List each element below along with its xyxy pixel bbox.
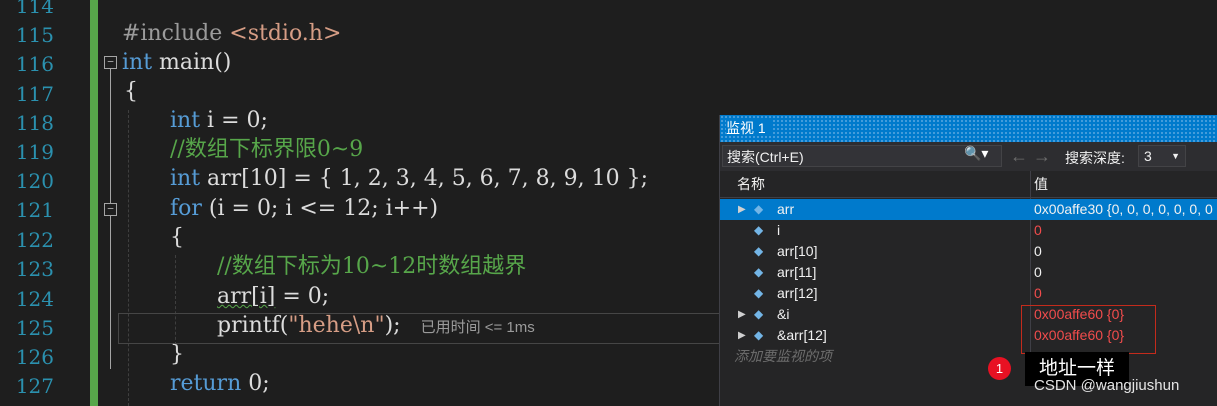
watch-row-name: &i [777,306,790,322]
line-number: 126 [15,345,54,369]
keyword: int [170,108,201,133]
nav-buttons: ← → [1010,146,1051,167]
expand-arrow-icon[interactable]: ▶ [738,199,748,220]
keyword: return [170,371,242,396]
watch-row[interactable]: ▶ ◆ arr 0x00affe30 {0, 0, 0, 0, 0, 0, 0 [720,199,1217,220]
line-number: 119 [15,140,54,164]
watch-row-name: arr[11] [777,264,817,280]
code-text: printf( [217,313,289,338]
code-text: = 0; [275,284,330,309]
code-line-127: return 0; [170,369,270,399]
line-number: 122 [15,228,54,252]
search-depth-select[interactable]: 3 ▼ [1138,145,1186,167]
code-text: ); [384,313,401,338]
watch-toolbar: 搜索(Ctrl+E) 🔍▾ ← → 搜索深度: 3 ▼ [720,142,1217,171]
watch-row-value: 0 [1034,285,1042,301]
annotation-highlight-box [1021,305,1156,354]
code-text: i = 0; [200,108,268,133]
variable-icon: ◆ [754,328,764,342]
code-line-118: int i = 0; [170,106,268,136]
expand-arrow-icon[interactable]: ▶ [738,325,748,346]
line-number: 114 [15,0,54,18]
include-header: <stdio.h> [229,21,342,46]
watch-row-name: i [777,222,781,238]
code-line-125: printf("hehe\n"); 已用时间 <= 1ms [217,311,535,341]
elapsed-time-hint: 已用时间 <= 1ms [420,319,535,336]
line-number: 117 [15,82,54,106]
watch-search-input[interactable]: 搜索(Ctrl+E) [722,145,1002,167]
variable-icon: ◆ [754,202,764,216]
variable-icon: ◆ [754,265,764,279]
line-number: 120 [15,169,54,193]
watch-row[interactable]: ◆ arr[10] 0 [720,241,1217,262]
variable-icon: ◆ [754,307,764,321]
line-number: 127 [15,374,54,398]
variable-icon: ◆ [754,286,764,300]
annotation-badge: 1 [988,357,1011,380]
watch-row[interactable]: ◆ arr[11] 0 [720,262,1217,283]
variable-icon: ◆ [754,223,764,237]
search-depth-label: 搜索深度: [1065,150,1125,166]
watch-row-name: &arr[12] [777,327,827,343]
search-icon[interactable]: 🔍▾ [964,145,1002,167]
preprocessor-directive: #include [122,21,230,46]
code-line-115: #include <stdio.h> [122,19,341,49]
watch-row-value: 0 [1034,264,1042,280]
forward-arrow-icon[interactable]: → [1033,146,1051,166]
keyword: for [170,196,202,221]
line-number: 121 [15,198,54,222]
watch-row-value: 0 [1034,243,1042,259]
watch-row[interactable]: ◆ i 0 [720,220,1217,241]
line-number: 125 [15,316,54,340]
line-number: 124 [15,287,54,311]
watch-title-bar[interactable]: 监视 1 [720,115,1217,142]
add-watch-placeholder: 添加要监视的项 [734,348,832,364]
watch-header: 名称 值 [720,171,1217,198]
watch-title: 监视 1 [726,120,772,136]
code-line-126: } [170,342,184,367]
code-editor[interactable]: #include <stdio.h> int main() { int i = … [104,0,744,406]
keyword: int [170,166,201,191]
variable-icon: ◆ [754,244,764,258]
code-line-122: { [170,225,184,250]
watermark: CSDN @wangjiushun [1034,377,1180,394]
change-tracking-bar [90,0,98,406]
watch-window: 监视 1 搜索(Ctrl+E) 🔍▾ ← → 搜索深度: 3 ▼ 名称 值 ▶ ◆… [719,115,1217,406]
code-line-117: { [124,79,138,104]
code-line-120: int arr[10] = { 1, 2, 3, 4, 5, 6, 7, 8, … [170,164,648,194]
depth-value: 3 [1144,148,1152,164]
column-name-header[interactable]: 名称 [737,171,765,197]
code-line-116: int main() [122,48,231,78]
line-number: 123 [15,257,54,281]
chevron-down-icon: ▼ [1171,151,1180,161]
string-literal: "hehe\n" [288,313,385,338]
line-number-gutter: 114 115 116 117 118 119 120 121 122 123 … [0,0,88,406]
line-number: 115 [15,23,54,47]
line-number: 118 [15,111,54,135]
code-text: (i = 0; i <= 12; i++) [201,196,439,221]
warning-squiggle-text: arr[i] [217,284,276,309]
code-line-123-comment: //数组下标为10~12时数组越界 [217,254,527,279]
watch-row[interactable]: ◆ arr[12] 0 [720,283,1217,304]
code-line-119-comment: //数组下标界限0~9 [170,137,364,162]
keyword: int [122,50,153,75]
code-line-121: for (i = 0; i <= 12; i++) [170,194,438,224]
code-text: 0; [241,371,270,396]
code-text: main() [152,50,232,75]
watch-row-name: arr[12] [777,285,818,301]
code-line-124: arr[i] = 0; [217,282,329,312]
code-text: arr[10] = { 1, 2, 3, 4, 5, 6, 7, 8, 9, 1… [200,166,649,191]
watch-row-value: 0x00affe30 {0, 0, 0, 0, 0, 0, 0 [1034,201,1213,217]
expand-arrow-icon[interactable]: ▶ [738,304,748,325]
watch-row-name: arr [777,201,795,217]
column-value-header[interactable]: 值 [1034,171,1048,197]
watch-row-value: 0 [1034,222,1042,238]
back-arrow-icon[interactable]: ← [1010,146,1028,166]
watch-row-name: arr[10] [777,243,818,259]
line-number: 116 [15,52,54,76]
